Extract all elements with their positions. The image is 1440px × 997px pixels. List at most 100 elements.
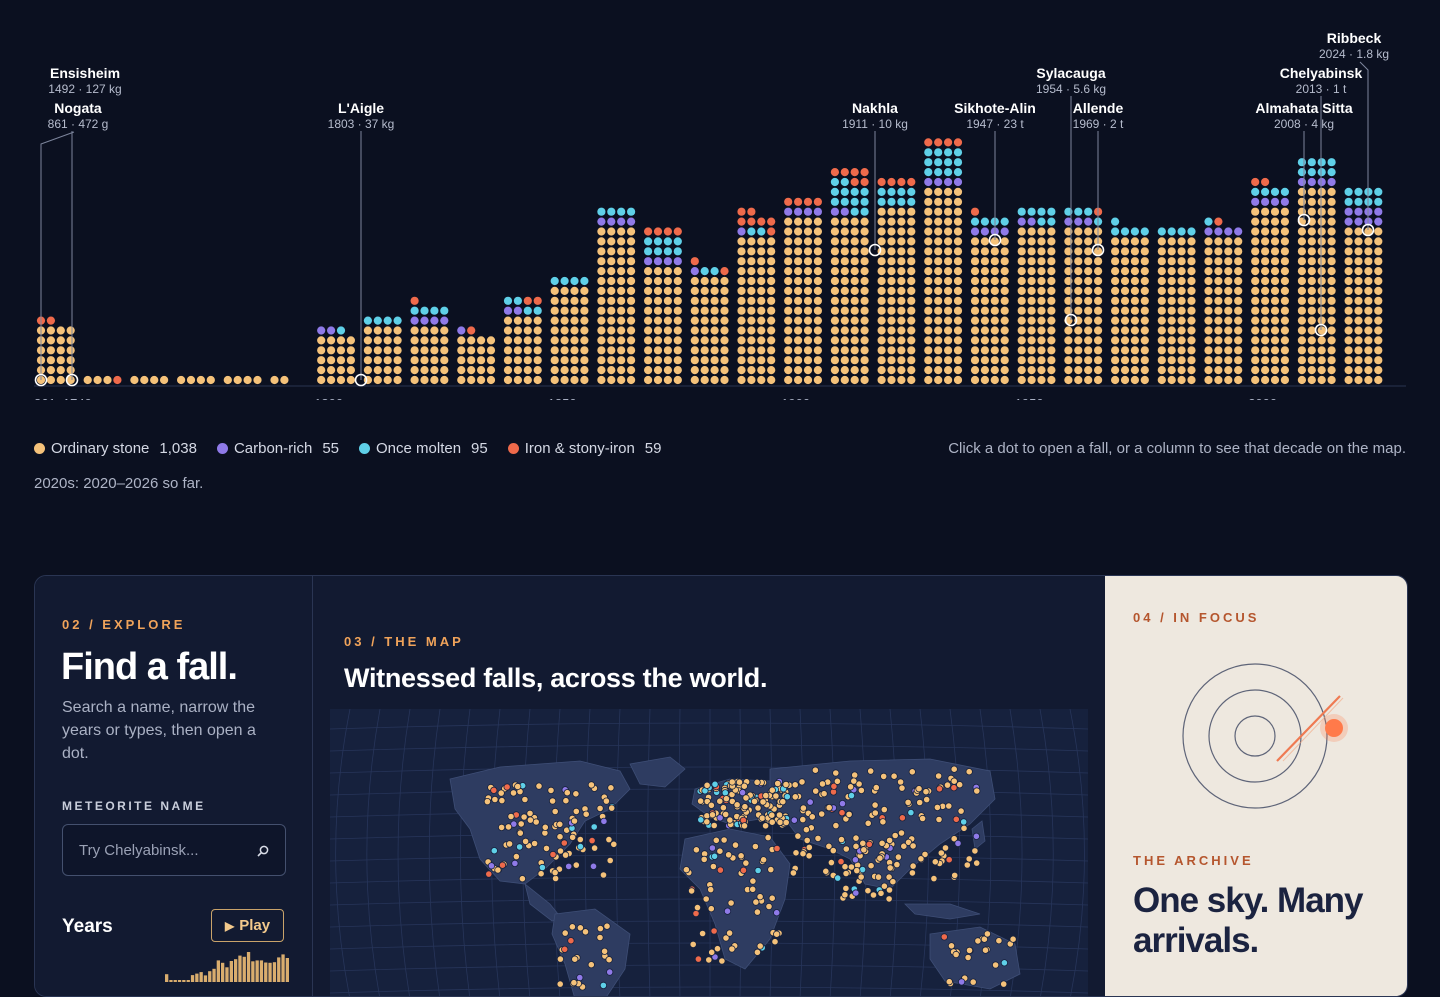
map-fall-dot[interactable] bbox=[563, 798, 569, 804]
fall-dot[interactable] bbox=[1111, 356, 1119, 364]
fall-dot[interactable] bbox=[944, 317, 952, 325]
fall-dot[interactable] bbox=[1158, 237, 1166, 245]
fall-dot[interactable] bbox=[737, 277, 745, 285]
fall-dot[interactable] bbox=[607, 287, 615, 295]
map-fall-dot[interactable] bbox=[790, 870, 796, 876]
map-fall-dot[interactable] bbox=[793, 850, 799, 856]
fall-dot[interactable] bbox=[1354, 267, 1362, 275]
fall-dot[interactable] bbox=[924, 307, 932, 315]
fall-dot[interactable] bbox=[934, 346, 942, 354]
fall-dot[interactable] bbox=[757, 237, 765, 245]
map-fall-dot[interactable] bbox=[953, 816, 959, 822]
fall-dot[interactable] bbox=[534, 356, 542, 364]
map-fall-dot[interactable] bbox=[738, 853, 744, 859]
fall-dot[interactable] bbox=[747, 237, 755, 245]
fall-dot[interactable] bbox=[784, 356, 792, 364]
fall-dot[interactable] bbox=[457, 376, 465, 384]
fall-dot[interactable] bbox=[851, 227, 859, 235]
fall-dot[interactable] bbox=[1251, 198, 1259, 206]
fall-dot[interactable] bbox=[384, 376, 392, 384]
fall-dot[interactable] bbox=[1141, 247, 1149, 255]
fall-dot[interactable] bbox=[991, 277, 999, 285]
fall-dot[interactable] bbox=[1345, 247, 1353, 255]
fall-dot[interactable] bbox=[981, 218, 989, 226]
fall-dot[interactable] bbox=[394, 326, 402, 334]
fall-dot[interactable] bbox=[1158, 247, 1166, 255]
fall-dot[interactable] bbox=[1308, 297, 1316, 305]
fall-dot[interactable] bbox=[804, 287, 812, 295]
fall-dot[interactable] bbox=[1074, 376, 1082, 384]
fall-dot[interactable] bbox=[364, 326, 372, 334]
fall-dot[interactable] bbox=[347, 366, 355, 374]
fall-dot[interactable] bbox=[1234, 376, 1242, 384]
fall-dot[interactable] bbox=[467, 326, 475, 334]
fall-dot[interactable] bbox=[1328, 307, 1336, 315]
map-fall-dot[interactable] bbox=[611, 841, 617, 847]
fall-dot[interactable] bbox=[841, 257, 849, 265]
histogram-bar[interactable] bbox=[264, 963, 267, 983]
fall-dot[interactable] bbox=[1354, 317, 1362, 325]
fall-dot[interactable] bbox=[1224, 267, 1232, 275]
histogram-bar[interactable] bbox=[208, 971, 211, 982]
fall-dot[interactable] bbox=[1374, 198, 1382, 206]
fall-dot[interactable] bbox=[720, 326, 728, 334]
fall-dot[interactable] bbox=[887, 218, 895, 226]
fall-dot[interactable] bbox=[1214, 227, 1222, 235]
fall-dot[interactable] bbox=[1037, 247, 1045, 255]
fall-dot[interactable] bbox=[347, 346, 355, 354]
fall-dot[interactable] bbox=[654, 247, 662, 255]
map-fall-dot[interactable] bbox=[591, 824, 597, 830]
fall-dot[interactable] bbox=[784, 346, 792, 354]
fall-dot[interactable] bbox=[1178, 307, 1186, 315]
fall-dot[interactable] bbox=[1074, 247, 1082, 255]
fall-dot[interactable] bbox=[1047, 336, 1055, 344]
fall-dot[interactable] bbox=[1111, 237, 1119, 245]
map-fall-dot[interactable] bbox=[562, 946, 568, 952]
map-fall-dot[interactable] bbox=[522, 796, 528, 802]
fall-dot[interactable] bbox=[971, 346, 979, 354]
fall-dot[interactable] bbox=[1084, 356, 1092, 364]
fall-dot[interactable] bbox=[270, 376, 278, 384]
fall-dot[interactable] bbox=[1298, 307, 1306, 315]
fall-dot[interactable] bbox=[420, 307, 428, 315]
fall-dot[interactable] bbox=[504, 297, 512, 305]
histogram-bar[interactable] bbox=[200, 972, 203, 982]
map-fall-dot[interactable] bbox=[742, 804, 748, 810]
fall-dot[interactable] bbox=[1074, 366, 1082, 374]
fall-dot[interactable] bbox=[841, 168, 849, 176]
fall-dot[interactable] bbox=[767, 287, 775, 295]
fall-dot[interactable] bbox=[954, 287, 962, 295]
fall-dot[interactable] bbox=[1308, 366, 1316, 374]
fall-dot[interactable] bbox=[644, 336, 652, 344]
fall-dot[interactable] bbox=[1094, 317, 1102, 325]
fall-dot[interactable] bbox=[627, 218, 635, 226]
fall-dot[interactable] bbox=[654, 307, 662, 315]
fall-dot[interactable] bbox=[627, 257, 635, 265]
fall-dot[interactable] bbox=[954, 297, 962, 305]
fall-dot[interactable] bbox=[887, 277, 895, 285]
fall-dot[interactable] bbox=[804, 317, 812, 325]
fall-dot[interactable] bbox=[991, 356, 999, 364]
map-fall-dot[interactable] bbox=[974, 788, 980, 794]
fall-dot[interactable] bbox=[1261, 326, 1269, 334]
fall-dot[interactable] bbox=[1308, 287, 1316, 295]
fall-dot[interactable] bbox=[654, 297, 662, 305]
fall-dot[interactable] bbox=[440, 307, 448, 315]
fall-dot[interactable] bbox=[814, 376, 822, 384]
map-fall-dot[interactable] bbox=[508, 813, 514, 819]
fall-dot[interactable] bbox=[1364, 376, 1372, 384]
fall-dot[interactable] bbox=[1187, 247, 1195, 255]
fall-dot[interactable] bbox=[1224, 356, 1232, 364]
fall-dot[interactable] bbox=[1168, 317, 1176, 325]
fall-dot[interactable] bbox=[1374, 208, 1382, 216]
map-fall-dot[interactable] bbox=[886, 887, 892, 893]
fall-dot[interactable] bbox=[841, 277, 849, 285]
fall-dot[interactable] bbox=[1141, 287, 1149, 295]
fall-dot[interactable] bbox=[1111, 218, 1119, 226]
fall-dot[interactable] bbox=[701, 336, 709, 344]
fall-dot[interactable] bbox=[570, 346, 578, 354]
fall-dot[interactable] bbox=[1204, 297, 1212, 305]
map-fall-dot[interactable] bbox=[953, 951, 959, 957]
world-map[interactable] bbox=[330, 709, 1088, 997]
fall-dot[interactable] bbox=[1328, 257, 1336, 265]
